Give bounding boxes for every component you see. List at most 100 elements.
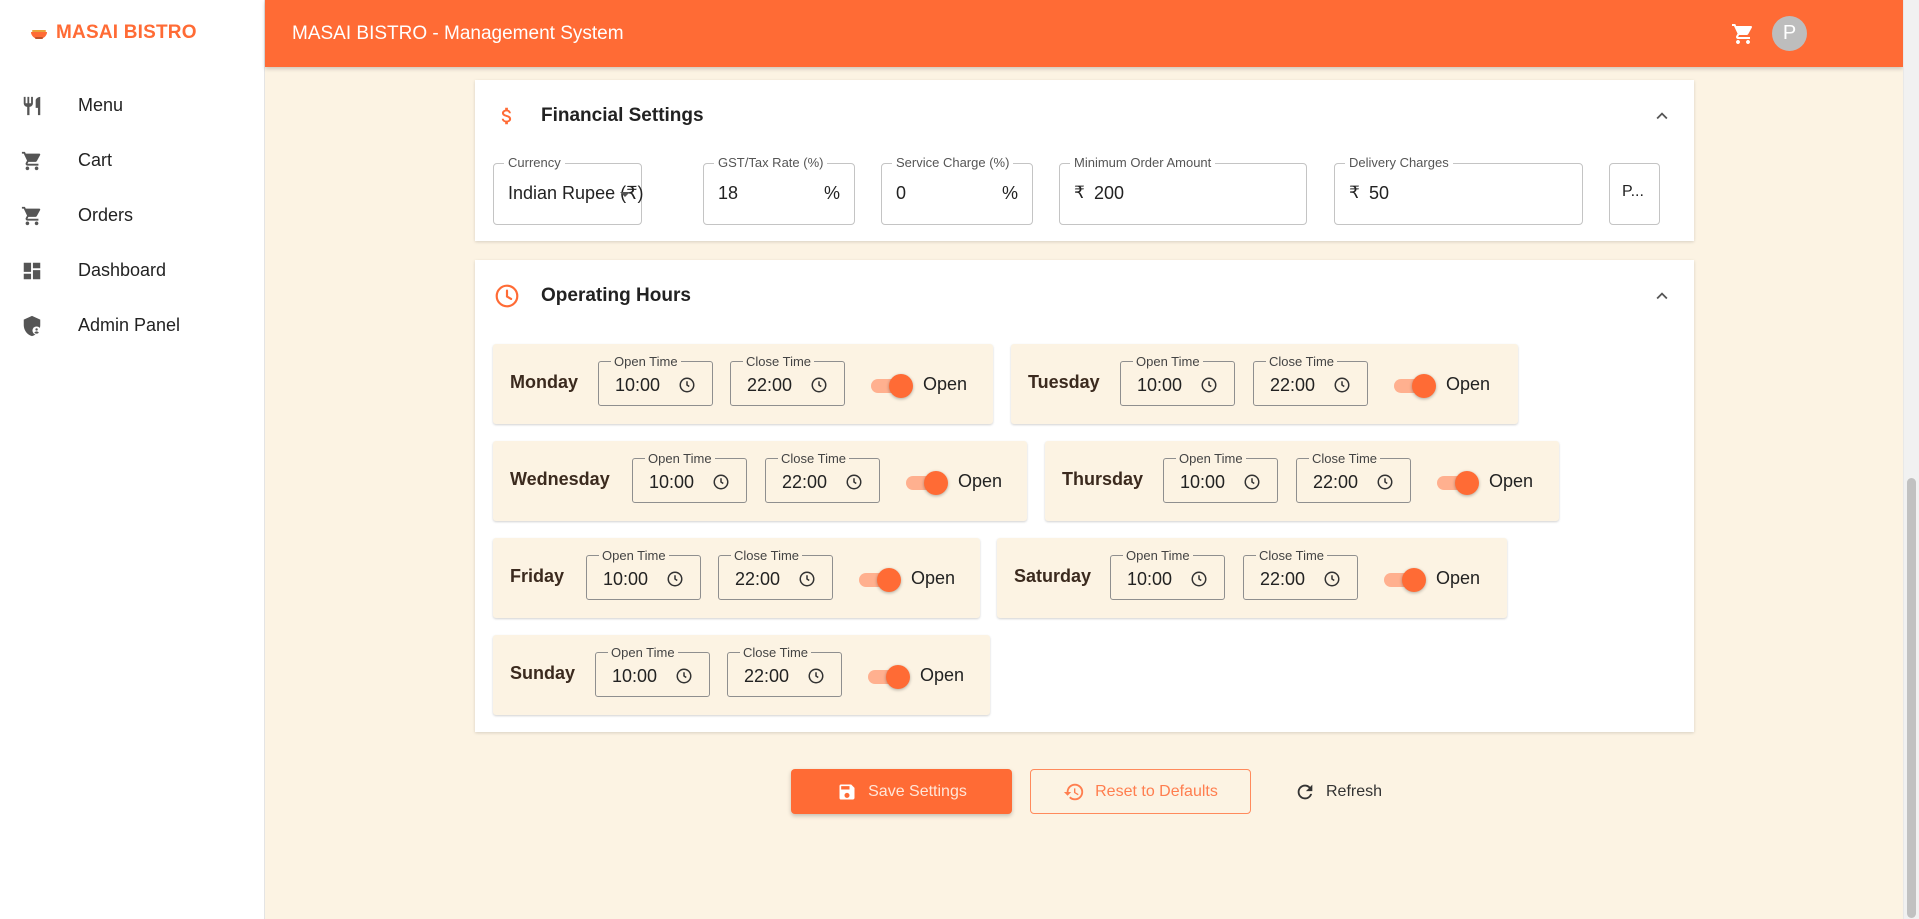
delivery-charges-field[interactable]: Delivery Charges ₹ 50 xyxy=(1334,155,1583,225)
day-name: Friday xyxy=(510,566,565,586)
close-time-field[interactable]: Close Time 22:00 xyxy=(718,548,833,600)
service-charge-field[interactable]: Service Charge (%) 0 % xyxy=(881,155,1033,225)
brand[interactable]: MASAI BISTRO xyxy=(0,0,264,66)
avatar[interactable]: P xyxy=(1772,16,1807,51)
open-time-field[interactable]: Open Time 10:00 xyxy=(1110,548,1225,600)
minimum-order-field[interactable]: Minimum Order Amount ₹ 200 xyxy=(1059,155,1307,225)
clock-icon[interactable] xyxy=(798,570,816,588)
open-time-field[interactable]: Open Time 10:00 xyxy=(595,645,710,697)
close-time-label: Close Time xyxy=(1266,354,1338,369)
clock-icon[interactable] xyxy=(807,667,825,685)
sidebar-item-cart[interactable]: Cart xyxy=(0,133,264,188)
cart-icon[interactable] xyxy=(1729,20,1757,48)
open-status-label: Open xyxy=(920,665,965,685)
sidebar-item-dashboard[interactable]: Dashboard xyxy=(0,243,264,298)
open-time-field[interactable]: Open Time 10:00 xyxy=(1163,451,1278,503)
dropdown-arrow-icon xyxy=(620,192,630,197)
day-name: Sunday xyxy=(510,663,576,683)
clock-icon[interactable] xyxy=(1243,473,1261,491)
save-settings-button[interactable]: Save Settings xyxy=(791,769,1012,814)
clock-icon[interactable] xyxy=(1323,570,1341,588)
open-time-label: Open Time xyxy=(1176,451,1246,466)
open-status-label: Open xyxy=(1489,471,1534,491)
chevron-up-icon[interactable] xyxy=(1648,282,1676,310)
clock-icon[interactable] xyxy=(712,473,730,491)
sidebar: MASAI BISTRO Menu Cart Orders Dashboard xyxy=(0,0,265,919)
truncated-field[interactable]: P... xyxy=(1609,163,1660,225)
open-time-field[interactable]: Open Time 10:00 xyxy=(632,451,747,503)
toggle-thumb xyxy=(1402,568,1426,592)
day-row-sunday: Sunday Open Time 10:00 Close Time 22:00 … xyxy=(493,635,990,715)
open-toggle[interactable] xyxy=(869,374,913,398)
clock-icon xyxy=(493,282,521,310)
day-row-thursday: Thursday Open Time 10:00 Close Time 22:0… xyxy=(1045,441,1559,521)
sidebar-item-orders[interactable]: Orders xyxy=(0,188,264,243)
gst-rate-field[interactable]: GST/Tax Rate (%) 18 % xyxy=(703,155,855,225)
day-name: Thursday xyxy=(1062,469,1144,489)
day-row-tuesday: Tuesday Open Time 10:00 Close Time 22:00… xyxy=(1011,344,1518,424)
clock-icon[interactable] xyxy=(666,570,684,588)
cart-icon xyxy=(20,149,44,173)
open-toggle[interactable] xyxy=(857,568,901,592)
open-time-field[interactable]: Open Time 10:00 xyxy=(598,354,713,406)
rupee-prefix: ₹ xyxy=(1074,183,1085,202)
header-title: MASAI BISTRO - Management System xyxy=(292,22,624,44)
open-toggle[interactable] xyxy=(1392,374,1436,398)
clock-icon[interactable] xyxy=(678,376,696,394)
open-time-label: Open Time xyxy=(608,645,678,660)
day-name: Saturday xyxy=(1014,566,1092,586)
refresh-label: Refresh xyxy=(1325,782,1383,800)
clock-icon[interactable] xyxy=(1376,473,1394,491)
refresh-button[interactable]: Refresh xyxy=(1270,769,1406,814)
history-icon xyxy=(1063,781,1085,803)
open-status-label: Open xyxy=(911,568,956,588)
app-header: MASAI BISTRO - Management System P xyxy=(265,0,1903,67)
open-time-field[interactable]: Open Time 10:00 xyxy=(1120,354,1235,406)
currency-select[interactable]: Currency Indian Rupee (₹) xyxy=(493,155,644,225)
close-time-field[interactable]: Close Time 22:00 xyxy=(730,354,845,406)
clock-icon[interactable] xyxy=(1333,376,1351,394)
open-time-value: 10:00 xyxy=(615,375,661,395)
sidebar-item-menu[interactable]: Menu xyxy=(0,78,264,133)
chevron-up-icon[interactable] xyxy=(1648,102,1676,130)
financial-settings-title: Financial Settings xyxy=(541,105,704,126)
close-time-value: 22:00 xyxy=(1270,375,1316,395)
close-time-label: Close Time xyxy=(1309,451,1381,466)
open-time-field[interactable]: Open Time 10:00 xyxy=(586,548,701,600)
toggle-thumb xyxy=(877,568,901,592)
open-toggle[interactable] xyxy=(866,665,910,689)
close-time-value: 22:00 xyxy=(744,666,790,686)
open-toggle[interactable] xyxy=(1382,568,1426,592)
clock-icon[interactable] xyxy=(810,376,828,394)
financial-settings-header[interactable]: Financial Settings xyxy=(493,80,704,152)
sidebar-item-admin-panel[interactable]: Admin Panel xyxy=(0,298,264,353)
truncated-value: P... xyxy=(1622,183,1644,200)
scrollbar-thumb[interactable] xyxy=(1907,478,1916,918)
reset-defaults-button[interactable]: Reset to Defaults xyxy=(1030,769,1251,814)
open-toggle[interactable] xyxy=(904,471,948,495)
open-status-label: Open xyxy=(1446,374,1491,394)
page-scrollbar[interactable] xyxy=(1903,0,1919,919)
clock-icon[interactable] xyxy=(845,473,863,491)
close-time-field[interactable]: Close Time 22:00 xyxy=(1243,548,1358,600)
refresh-icon xyxy=(1294,781,1316,803)
clock-icon[interactable] xyxy=(675,667,693,685)
close-time-field[interactable]: Close Time 22:00 xyxy=(1253,354,1368,406)
open-status-label: Open xyxy=(923,374,968,394)
sidebar-item-label: Dashboard xyxy=(78,260,167,280)
close-time-label: Close Time xyxy=(778,451,850,466)
financial-settings-card: Financial Settings Currency Indian Rupee… xyxy=(475,80,1694,241)
close-time-field[interactable]: Close Time 22:00 xyxy=(1296,451,1411,503)
close-time-field[interactable]: Close Time 22:00 xyxy=(727,645,842,697)
clock-icon[interactable] xyxy=(1200,376,1218,394)
close-time-field[interactable]: Close Time 22:00 xyxy=(765,451,880,503)
open-toggle[interactable] xyxy=(1435,471,1479,495)
open-time-label: Open Time xyxy=(1123,548,1193,563)
close-time-value: 22:00 xyxy=(1313,472,1359,492)
operating-hours-header[interactable]: Operating Hours xyxy=(493,260,691,332)
reset-defaults-label: Reset to Defaults xyxy=(1095,782,1218,800)
save-settings-label: Save Settings xyxy=(868,782,967,800)
clock-icon[interactable] xyxy=(1190,570,1208,588)
toggle-thumb xyxy=(889,374,913,398)
fork-knife-icon xyxy=(20,94,44,118)
